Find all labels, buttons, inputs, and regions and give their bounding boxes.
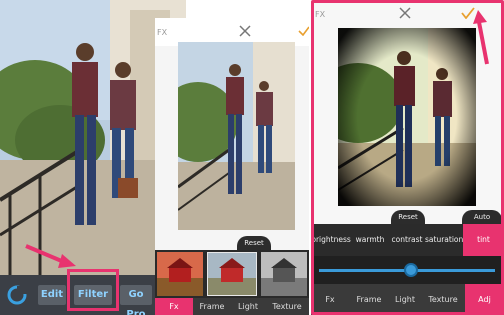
fx-label: FX bbox=[157, 28, 168, 37]
highlight-box-filter bbox=[67, 269, 119, 311]
tab-texture[interactable]: Texture bbox=[265, 298, 309, 315]
tab-frame[interactable]: Frame bbox=[193, 298, 231, 315]
go-pro-button[interactable]: Go Pro bbox=[120, 285, 152, 315]
tab-light[interactable]: Light bbox=[231, 298, 265, 315]
edit-button[interactable]: Edit bbox=[38, 285, 66, 305]
highlight-frame-screen-3 bbox=[311, 0, 504, 315]
close-icon[interactable] bbox=[239, 25, 251, 37]
filter-thumbnail-selected[interactable] bbox=[207, 252, 257, 296]
reset-button[interactable]: Reset bbox=[237, 236, 271, 250]
filter-thumbnail-bw[interactable] bbox=[261, 252, 307, 296]
filter-strip bbox=[155, 250, 309, 298]
pointer-arrow bbox=[25, 244, 76, 268]
filter-thumbnail-red[interactable] bbox=[157, 252, 203, 296]
bottom-tab-bar: Fx Frame Light Texture bbox=[155, 298, 309, 315]
checkmark-icon[interactable] bbox=[298, 26, 309, 36]
screen-2: FX Reset Fx Frame Light Texture bbox=[155, 18, 309, 315]
app-logo-icon[interactable] bbox=[6, 284, 28, 306]
tab-fx[interactable]: Fx bbox=[155, 298, 193, 315]
photo-preview bbox=[178, 42, 295, 230]
